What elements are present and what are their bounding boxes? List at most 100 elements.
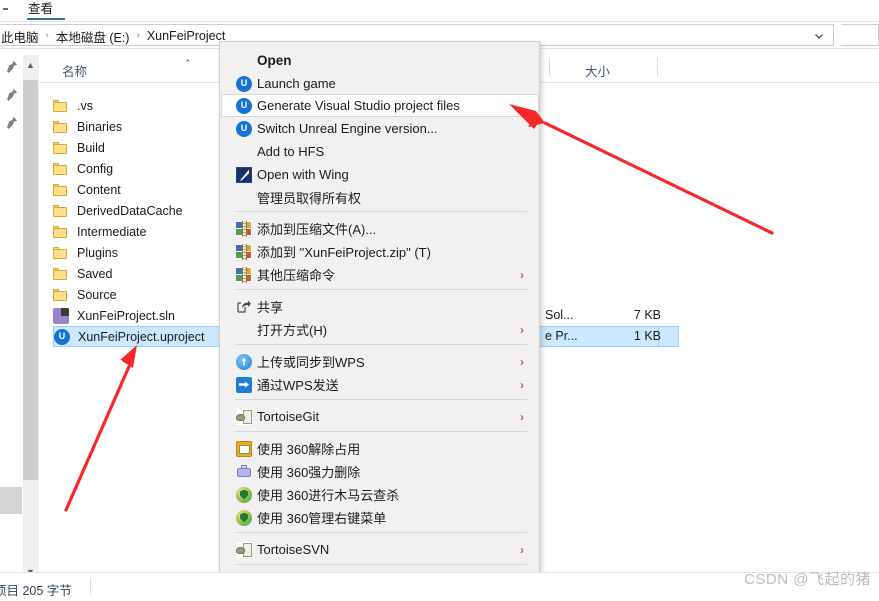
breadcrumb-item-0[interactable]: 此电脑 — [0, 27, 41, 46]
file-name: XunFeiProject.uproject — [78, 329, 205, 344]
status-text: 项目 205 字节 — [0, 584, 72, 598]
menu-separator — [235, 289, 527, 290]
menu-item-take-ownership[interactable]: 管理员取得所有权 — [221, 186, 540, 209]
winrar-icon — [236, 220, 252, 237]
menu-item-label: Generate Visual Studio project files — [257, 98, 460, 113]
unreal-engine-icon: U — [54, 328, 70, 345]
menu-separator — [235, 211, 527, 212]
column-divider[interactable] — [657, 58, 658, 76]
menu-item-label: 使用 360进行木马云查杀 — [257, 488, 400, 503]
folder-icon — [53, 266, 69, 282]
winrar-icon — [236, 243, 252, 260]
tortoise-icon — [236, 408, 252, 425]
file-name: Build — [77, 140, 105, 155]
menu-item-other-archive-commands[interactable]: 其他压缩命令 › — [221, 263, 540, 286]
sort-ascending-icon: ⌃ — [184, 58, 192, 68]
menu-separator — [235, 564, 527, 565]
chevron-right-icon: › — [520, 542, 524, 557]
breadcrumb-item-2[interactable]: XunFeiProject — [145, 29, 228, 43]
refresh-button[interactable] — [841, 24, 879, 46]
ribbon-collapse-dot — [3, 8, 8, 10]
menu-item-upload-or-sync-to-wps[interactable]: 上传或同步到WPS › — [221, 350, 540, 373]
menu-item-360-unlock[interactable]: 使用 360解除占用 — [221, 437, 540, 460]
breadcrumb-separator-icon: › — [136, 30, 140, 41]
menu-item-label: 管理员取得所有权 — [257, 191, 362, 206]
folder-icon — [53, 224, 69, 240]
menu-item-label: Open with Wing — [257, 167, 349, 182]
column-header-size[interactable]: 大小 — [585, 61, 610, 80]
tab-view[interactable]: 查看 — [28, 0, 53, 18]
menu-item-tortoisegit[interactable]: TortoiseGit › — [221, 405, 540, 428]
chevron-right-icon: › — [520, 322, 524, 337]
menu-item-tortoisesvn[interactable]: TortoiseSVN › — [221, 538, 540, 561]
menu-item-label: 其他压缩命令 — [257, 268, 336, 283]
chevron-right-icon: › — [520, 354, 524, 369]
menu-item-label: Open — [257, 53, 292, 68]
menu-item-label: 上传或同步到WPS — [257, 355, 365, 370]
file-size: 1 KB — [633, 329, 661, 343]
pin-icon[interactable] — [4, 116, 18, 130]
menu-item-360-manage-context-menu[interactable]: 使用 360管理右键菜单 — [221, 506, 540, 529]
menu-item-add-to-archive[interactable]: 添加到压缩文件(A)... — [221, 217, 540, 240]
file-name: Source — [77, 287, 117, 302]
breadcrumb: 此电脑 › 本地磁盘 (E:) › XunFeiProject — [0, 27, 228, 46]
tab-view-underline — [27, 18, 65, 20]
menu-item-add-to-hfs[interactable]: Add to HFS — [221, 140, 540, 163]
menu-item-label: TortoiseGit — [257, 409, 320, 424]
chevron-right-icon: › — [520, 377, 524, 392]
menu-item-label: 使用 360强力删除 — [257, 465, 361, 480]
file-name: XunFeiProject.sln — [77, 308, 175, 323]
column-divider[interactable] — [549, 58, 550, 76]
menu-separator — [235, 431, 527, 432]
unreal-engine-icon: U — [236, 97, 252, 114]
visual-studio-solution-icon — [53, 307, 69, 324]
menu-item-label: 共享 — [257, 300, 284, 315]
menu-item-open-with[interactable]: 打开方式(H) › — [221, 318, 540, 341]
wps-cloud-icon — [236, 353, 252, 370]
menu-item-send-via-wps[interactable]: 通过WPS发送 › — [221, 373, 540, 396]
menu-item-switch-unreal-engine-version[interactable]: U Switch Unreal Engine version... — [221, 117, 540, 140]
menu-item-open-with-wing[interactable]: Open with Wing — [221, 163, 540, 186]
menu-separator — [235, 532, 527, 533]
nav-pane-scrollbar-thumb[interactable] — [23, 80, 38, 480]
column-header-name[interactable]: 名称 — [62, 61, 87, 80]
360-delete-icon — [236, 464, 252, 480]
tortoise-icon — [236, 541, 252, 558]
folder-icon — [53, 98, 69, 114]
file-name: Plugins — [77, 245, 118, 260]
menu-item-label: Switch Unreal Engine version... — [257, 121, 438, 136]
menu-item-label: 添加到压缩文件(A)... — [257, 222, 377, 237]
chevron-down-icon[interactable] — [813, 30, 825, 42]
menu-item-label: Add to HFS — [257, 144, 325, 159]
menu-separator — [235, 399, 527, 400]
file-name: DerivedDataCache — [77, 203, 183, 218]
explorer-window: 查看 此电脑 › 本地磁盘 (E:) › XunFeiProject ▲ 名称 … — [0, 0, 879, 601]
unreal-engine-icon: U — [236, 120, 252, 137]
menu-item-generate-visual-studio-project-files[interactable]: U Generate Visual Studio project files — [221, 94, 539, 117]
folder-icon — [53, 287, 69, 303]
file-name: .vs — [77, 98, 93, 113]
menu-separator — [235, 344, 527, 345]
winrar-icon — [236, 266, 252, 283]
menu-item-360-force-delete[interactable]: 使用 360强力删除 — [221, 460, 540, 483]
file-name: Saved — [77, 266, 113, 281]
nav-pane-highlight — [0, 487, 22, 514]
file-name: Content — [77, 182, 121, 197]
wing-ide-icon — [236, 166, 252, 183]
scroll-up-icon[interactable]: ▲ — [22, 56, 39, 73]
menu-item-open[interactable]: Open — [221, 49, 540, 72]
folder-icon — [53, 182, 69, 198]
menu-item-add-to-named-zip[interactable]: 添加到 "XunFeiProject.zip" (T) — [221, 240, 540, 263]
unreal-engine-icon: U — [236, 75, 252, 92]
menu-item-launch-game[interactable]: U Launch game — [221, 72, 540, 95]
menu-item-share[interactable]: 共享 — [221, 295, 540, 318]
file-name: Config — [77, 161, 114, 176]
status-divider — [90, 578, 91, 595]
pin-icon[interactable] — [4, 88, 18, 102]
folder-icon — [53, 245, 69, 261]
menu-item-360-trojan-scan[interactable]: 使用 360进行木马云查杀 — [221, 483, 540, 506]
pin-icon[interactable] — [4, 60, 18, 74]
360-shield-icon — [236, 509, 252, 526]
folder-icon — [53, 161, 69, 177]
breadcrumb-item-1[interactable]: 本地磁盘 (E:) — [54, 27, 132, 46]
